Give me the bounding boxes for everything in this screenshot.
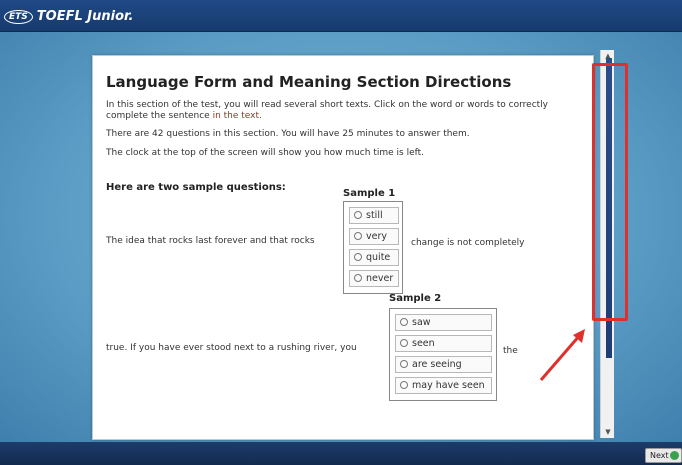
radio-icon [400, 381, 408, 389]
sample-1-title: Sample 1 [343, 188, 396, 199]
sample-2-sentence-before: true. If you have ever stood next to a r… [106, 343, 357, 353]
sample-1-sentence-before: The idea that rocks last forever and tha… [106, 236, 315, 246]
radio-icon [400, 360, 408, 368]
sample-1-choices: still very quite never [343, 201, 403, 294]
sample-2-choices: saw seen are seeing may have seen [389, 308, 497, 401]
sample-1-option[interactable]: quite [349, 249, 399, 266]
radio-icon [400, 318, 408, 326]
annotation-highlight-box [592, 63, 628, 321]
brand: ETS TOEFL Junior. [4, 9, 134, 24]
sample-2-title: Sample 2 [389, 293, 442, 304]
sample-2-option[interactable]: saw [395, 314, 492, 331]
sample-2-sentence-after: the [503, 346, 518, 356]
bottom-bar [0, 442, 682, 465]
annotation-arrow-icon [539, 329, 585, 381]
radio-icon [354, 274, 362, 282]
page-title: Language Form and Meaning Section Direct… [106, 73, 512, 91]
sample-2-option[interactable]: may have seen [395, 377, 492, 394]
sample-1-option[interactable]: still [349, 207, 399, 224]
sample-2-option[interactable]: seen [395, 335, 492, 352]
next-button-label: Next [650, 451, 669, 460]
next-button[interactable]: Next [645, 448, 682, 463]
sample-2-option[interactable]: are seeing [395, 356, 492, 373]
sample-1-option[interactable]: very [349, 228, 399, 245]
scroll-down-icon[interactable]: ▼ [603, 428, 613, 436]
directions-paragraph-1: In this section of the test, you will re… [106, 100, 588, 122]
ets-logo-icon: ETS [4, 9, 33, 24]
radio-icon [354, 253, 362, 261]
directions-panel: Language Form and Meaning Section Direct… [92, 55, 594, 440]
app-title: TOEFL Junior. [36, 9, 134, 24]
directions-paragraph-3: The clock at the top of the screen will … [106, 148, 425, 158]
paragraph-1-text: In this section of the test, you will re… [106, 100, 548, 121]
paragraph-1-highlight: in the text. [212, 111, 262, 121]
radio-icon [400, 339, 408, 347]
next-arrow-icon [670, 451, 679, 460]
directions-paragraph-2: There are 42 questions in this section. … [106, 129, 470, 139]
sample-1-sentence-after: change is not completely [411, 238, 525, 248]
radio-icon [354, 232, 362, 240]
sample-1-option[interactable]: never [349, 270, 399, 287]
radio-icon [354, 211, 362, 219]
top-bar: ETS TOEFL Junior. [0, 0, 682, 32]
samples-heading: Here are two sample questions: [106, 182, 286, 193]
